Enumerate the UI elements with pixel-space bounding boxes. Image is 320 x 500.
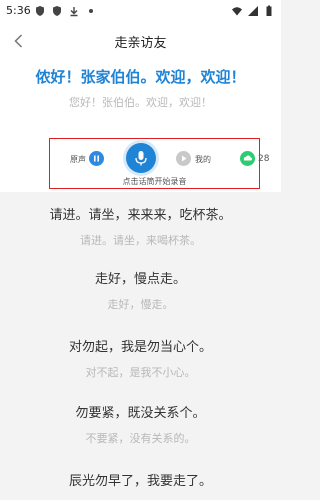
shield-icon xyxy=(36,6,44,16)
shield-icon xyxy=(53,6,61,16)
list-item[interactable]: 请进。请坐，来来来，吃杯茶。 请进。请坐，来喝杯茶。 xyxy=(0,204,281,248)
list-item-translation: 不要紧，没有关系的。 xyxy=(85,432,196,445)
list-item-translation: 走好，慢走。 xyxy=(107,298,174,311)
current-translation: 您好！张伯伯。欢迎，欢迎！ xyxy=(69,96,212,109)
play-icon xyxy=(182,155,187,162)
dot-icon xyxy=(89,9,93,13)
list-item-sentence: 勿要紧，既没关系个。 xyxy=(75,406,206,421)
record-hint: 点击话筒开始录音 xyxy=(122,177,187,186)
signal-icon xyxy=(248,6,258,16)
original-audio-pause-button[interactable] xyxy=(89,151,104,166)
score-value: 28 xyxy=(258,154,270,164)
download-icon xyxy=(70,7,78,17)
list-item-translation: 对不起，是我不小心。 xyxy=(85,366,196,379)
status-notification-icons xyxy=(34,5,97,17)
list-item[interactable]: 勿要紧，既没关系个。 不要紧，没有关系的。 xyxy=(0,402,281,446)
my-recording-label: 我的 xyxy=(195,155,211,164)
record-button[interactable] xyxy=(126,143,156,173)
status-time: 5:36 xyxy=(6,4,31,17)
my-recording-play-button[interactable] xyxy=(176,151,191,166)
list-item-sentence: 对勿起，我是勿当心个。 xyxy=(68,340,212,355)
original-audio-label: 原声 xyxy=(70,155,86,164)
list-item[interactable]: 对勿起，我是勿当心个。 对不起，是我不小心。 xyxy=(0,336,281,380)
current-sentence: 侬好！张家伯伯。欢迎，欢迎！ xyxy=(35,68,246,86)
page-title: 走亲访友 xyxy=(114,36,167,51)
microphone-icon xyxy=(135,151,147,166)
list-item-sentence: 走好，慢点走。 xyxy=(94,272,186,287)
cloud-score-icon xyxy=(240,151,255,166)
status-system-icons xyxy=(231,5,275,17)
list-item-sentence: 辰光勿早了，我要走了。 xyxy=(68,474,212,489)
battery-icon xyxy=(266,5,272,16)
pause-icon xyxy=(94,155,99,162)
wifi-icon xyxy=(232,7,242,16)
list-item-translation: 请进。请坐，来喝杯茶。 xyxy=(80,234,201,247)
list-item-sentence: 请进。请坐，来来来，吃杯茶。 xyxy=(49,208,232,223)
list-item[interactable]: 走好，慢点走。 走好，慢走。 xyxy=(0,268,281,312)
status-bar: 5:36 xyxy=(0,0,281,24)
navigation-bar: 走亲访友 xyxy=(0,24,281,58)
list-item[interactable]: 辰光勿早了，我要走了。 xyxy=(0,470,281,489)
